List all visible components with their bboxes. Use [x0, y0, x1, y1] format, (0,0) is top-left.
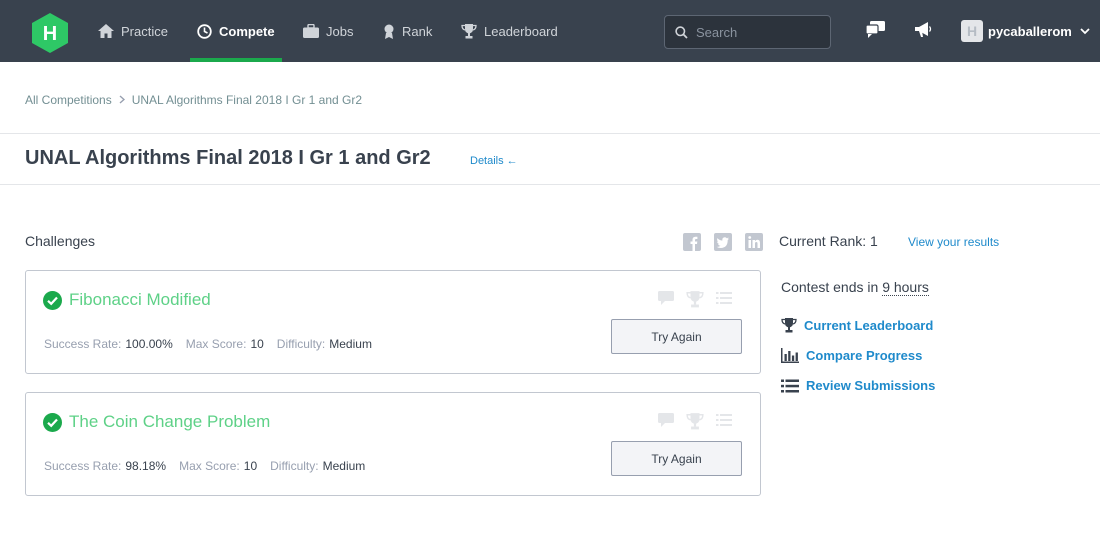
challenge-title-link[interactable]: Fibonacci Modified: [43, 290, 211, 310]
nav-jobs[interactable]: Jobs: [303, 0, 353, 62]
chevron-down-icon: [1080, 27, 1090, 34]
active-tab-indicator: [190, 58, 282, 62]
success-rate-label: Success Rate:: [44, 459, 122, 473]
difficulty-label: Difficulty:: [270, 459, 319, 473]
nav-rank-label: Rank: [402, 23, 433, 39]
difficulty-label: Difficulty:: [276, 337, 326, 351]
difficulty-value: Medium: [329, 337, 372, 351]
nav-practice-label: Practice: [121, 23, 168, 39]
review-submissions-label: Review Submissions: [806, 378, 936, 393]
briefcase-icon: [303, 24, 319, 38]
contest-ends: Contest ends in 9 hours: [781, 279, 929, 296]
challenges-heading: Challenges: [25, 233, 96, 249]
details-link[interactable]: Details ←: [470, 155, 518, 167]
bar-chart-icon: [781, 348, 799, 363]
user-menu[interactable]: H pycaballerom: [961, 20, 1090, 42]
page-title: UNAL Algorithms Final 2018 I Gr 1 and Gr…: [25, 147, 431, 169]
leaderboard-icon[interactable]: [686, 291, 704, 313]
challenge-actions: [658, 413, 732, 435]
trophy-icon: [461, 23, 477, 38]
megaphone-icon: [915, 22, 932, 37]
success-rate-value: 100.00%: [125, 337, 173, 351]
messages-button[interactable]: [865, 21, 885, 43]
difficulty-value: Medium: [322, 459, 366, 473]
twitter-icon[interactable]: [714, 233, 732, 251]
view-results-link[interactable]: View your results: [908, 235, 999, 249]
current-leaderboard-label: Current Leaderboard: [804, 318, 934, 333]
notifications-button[interactable]: [914, 21, 932, 43]
search-icon: [675, 25, 688, 39]
challenge-title-link[interactable]: The Coin Change Problem: [43, 412, 270, 432]
nav-leaderboard[interactable]: Leaderboard: [461, 0, 558, 62]
submissions-icon[interactable]: [716, 413, 732, 435]
challenge-meta: Success Rate: 100.00% Max Score: 10 Diff…: [44, 337, 385, 351]
chat-bubbles-icon: [865, 21, 885, 38]
medal-icon: [384, 24, 394, 39]
leaderboard-icon[interactable]: [686, 413, 704, 435]
breadcrumb-all-competitions[interactable]: All Competitions: [25, 93, 112, 107]
divider: [0, 184, 1100, 185]
avatar: H: [961, 20, 983, 42]
challenge-card: The Coin Change Problem Success Rate: 98…: [25, 392, 761, 496]
trophy-icon: [781, 318, 797, 333]
username: pycaballerom: [988, 23, 1072, 39]
discussions-icon[interactable]: [658, 291, 674, 313]
clock-icon: [197, 23, 212, 39]
linkedin-icon[interactable]: [745, 233, 763, 251]
max-score-value: 10: [250, 337, 264, 351]
challenge-meta: Success Rate: 98.18% Max Score: 10 Diffi…: [44, 459, 378, 473]
list-icon: [781, 379, 799, 392]
success-rate-value: 98.18%: [125, 459, 167, 473]
contest-ends-time: 9 hours: [882, 279, 929, 296]
nav-leaderboard-label: Leaderboard: [484, 23, 558, 39]
nav-practice[interactable]: Practice: [98, 0, 168, 62]
try-again-button[interactable]: Try Again: [611, 441, 742, 476]
search-input[interactable]: [696, 24, 826, 40]
challenge-title: The Coin Change Problem: [69, 412, 271, 431]
hackerrank-logo[interactable]: H: [32, 13, 68, 53]
challenge-title: Fibonacci Modified: [69, 290, 211, 309]
challenge-actions: [658, 291, 732, 313]
search-box[interactable]: [664, 15, 831, 49]
max-score-value: 10: [243, 459, 258, 473]
nav-compete[interactable]: Compete: [197, 0, 275, 62]
review-submissions-link[interactable]: Review Submissions: [781, 378, 935, 393]
success-rate-label: Success Rate:: [44, 337, 122, 351]
check-circle-icon: [43, 412, 62, 432]
contest-ends-prefix: Contest ends in: [781, 279, 879, 295]
compare-progress-link[interactable]: Compare Progress: [781, 348, 922, 363]
try-again-button[interactable]: Try Again: [611, 319, 742, 354]
challenge-card: Fibonacci Modified Success Rate: 100.00%…: [25, 270, 761, 374]
current-rank: Current Rank: 1: [779, 233, 878, 249]
logo-letter: H: [43, 23, 57, 45]
compare-progress-label: Compare Progress: [806, 348, 923, 363]
facebook-icon[interactable]: [683, 233, 701, 251]
check-circle-icon: [43, 290, 62, 310]
breadcrumb-separator-icon: [119, 93, 125, 107]
discussions-icon[interactable]: [658, 413, 674, 435]
submissions-icon[interactable]: [716, 291, 732, 313]
max-score-label: Max Score:: [179, 459, 240, 473]
nav-compete-label: Compete: [219, 23, 275, 39]
nav-jobs-label: Jobs: [326, 23, 354, 39]
nav-rank[interactable]: Rank: [383, 0, 432, 62]
top-navbar: H Practice Compete Jobs Rank Leaderboard…: [0, 0, 1100, 62]
current-leaderboard-link[interactable]: Current Leaderboard: [781, 318, 933, 333]
breadcrumb: All Competitions UNAL Algorithms Final 2…: [25, 93, 362, 107]
breadcrumb-current[interactable]: UNAL Algorithms Final 2018 I Gr 1 and Gr…: [132, 93, 362, 107]
home-icon: [98, 24, 114, 38]
max-score-label: Max Score:: [185, 337, 247, 351]
divider: [0, 133, 1100, 134]
